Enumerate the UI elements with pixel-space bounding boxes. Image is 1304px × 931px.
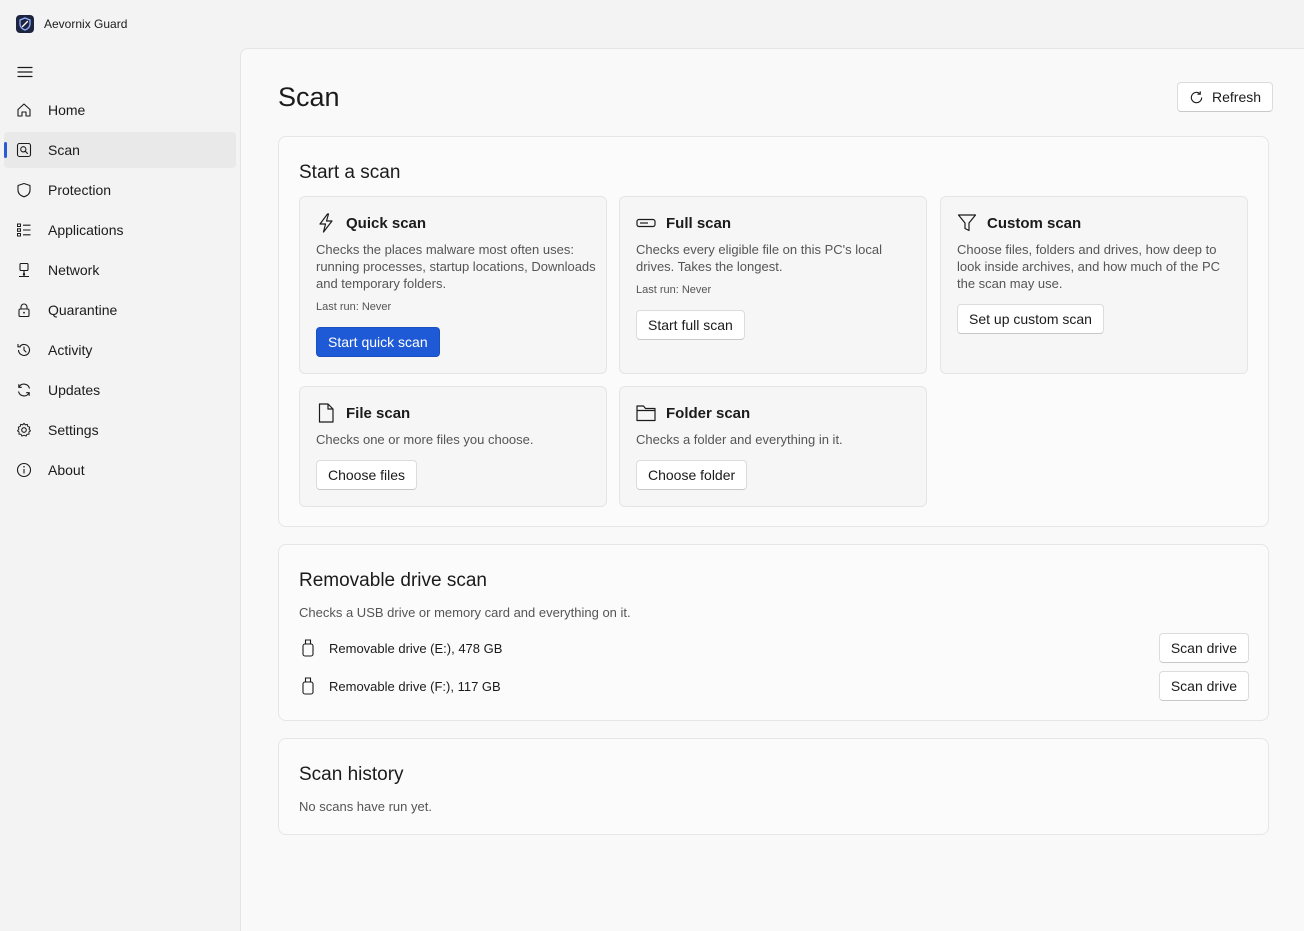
sidebar-item-label: Updates <box>48 382 101 398</box>
apps-list-icon <box>16 222 32 238</box>
card-description: Checks every eligible file on this PC's … <box>636 242 882 274</box>
document-icon <box>316 403 336 423</box>
card-title: Custom scan <box>987 214 1082 232</box>
section-title: Removable drive scan <box>299 570 487 591</box>
lock-icon <box>16 302 32 318</box>
sidebar-item-about[interactable]: About <box>4 452 236 488</box>
home-icon <box>16 102 32 118</box>
usb-drive-icon <box>299 639 317 657</box>
sidebar-item-settings[interactable]: Settings <box>4 412 236 448</box>
sidebar-item-label: Quarantine <box>48 302 118 318</box>
drive-row: Removable drive (F:), 117 GB Scan drive <box>299 671 1249 701</box>
filter-icon <box>957 213 977 233</box>
quick-scan-card: Quick scan Checks the places malware mos… <box>299 196 607 374</box>
sidebar-item-network[interactable]: Network <box>4 252 236 288</box>
sidebar-item-label: About <box>48 462 85 478</box>
choose-folder-button[interactable]: Choose folder <box>636 460 748 490</box>
card-title: Folder scan <box>666 404 751 422</box>
sidebar-item-protection[interactable]: Protection <box>4 172 236 208</box>
sidebar-item-applications[interactable]: Applications <box>4 212 236 248</box>
hamburger-icon[interactable] <box>14 62 36 82</box>
start-scan-section: Start a scan Quick scan Checks the place… <box>278 136 1269 527</box>
card-title: Quick scan <box>346 214 427 232</box>
set-up-custom-scan-button[interactable]: Set up custom scan <box>957 304 1104 334</box>
shield-icon <box>16 182 32 198</box>
scan-history-section: Scan history No scans have run yet. <box>278 738 1269 835</box>
sidebar-item-label: Applications <box>48 222 124 238</box>
history-icon <box>16 342 32 358</box>
drive-row: Removable drive (E:), 478 GB Scan drive <box>299 633 1249 663</box>
section-title: Start a scan <box>299 162 401 183</box>
scan-drive-button[interactable]: Scan drive <box>1158 671 1249 701</box>
main-content: Scan Refresh Start a scan Quick scan Che… <box>240 48 1304 931</box>
folder-scan-card: Folder scan Checks a folder and everythi… <box>619 386 927 507</box>
last-run-text: Last run: Never <box>316 301 392 313</box>
sidebar: Home Scan Protection Applications Networ… <box>0 48 240 931</box>
start-full-scan-button[interactable]: Start full scan <box>636 310 745 340</box>
title-bar: Aevornix Guard <box>0 0 1304 48</box>
refresh-icon <box>1189 90 1204 105</box>
sidebar-item-label: Settings <box>48 422 99 438</box>
app-title: Aevornix Guard <box>44 17 128 31</box>
sidebar-nav: Home Scan Protection Applications Networ… <box>4 92 236 492</box>
sync-icon <box>16 382 32 398</box>
sidebar-item-label: Activity <box>48 342 93 358</box>
history-empty-text: No scans have run yet. <box>299 799 432 814</box>
sidebar-item-updates[interactable]: Updates <box>4 372 236 408</box>
card-header: Custom scan <box>957 213 1081 233</box>
drive-label: Removable drive (F:), 117 GB <box>329 678 501 694</box>
sidebar-item-home[interactable]: Home <box>4 92 236 128</box>
refresh-button[interactable]: Refresh <box>1177 82 1274 112</box>
folder-icon <box>636 403 656 423</box>
section-title: Scan history <box>299 764 404 785</box>
network-icon <box>16 262 32 278</box>
card-description: Checks one or more files you choose. <box>316 432 534 447</box>
card-description: Checks the places malware most often use… <box>316 242 596 291</box>
card-header: File scan <box>316 403 410 423</box>
sidebar-item-label: Network <box>48 262 100 278</box>
scan-icon <box>16 142 32 158</box>
shield-logo-icon <box>16 15 34 33</box>
last-run-text: Last run: Never <box>636 284 712 296</box>
removable-drive-section: Removable drive scan Checks a USB drive … <box>278 544 1269 721</box>
card-description: Choose files, folders and drives, how de… <box>957 242 1221 291</box>
card-header: Folder scan <box>636 403 750 423</box>
lightning-icon <box>316 213 336 233</box>
file-scan-card: File scan Checks one or more files you c… <box>299 386 607 507</box>
scan-drive-button[interactable]: Scan drive <box>1158 633 1249 663</box>
usb-drive-icon <box>299 677 317 695</box>
choose-files-button[interactable]: Choose files <box>316 460 418 490</box>
drive-label: Removable drive (E:), 478 GB <box>329 640 503 656</box>
start-quick-scan-button[interactable]: Start quick scan <box>316 327 440 357</box>
card-header: Full scan <box>636 213 731 233</box>
sidebar-item-scan[interactable]: Scan <box>4 132 236 168</box>
sidebar-item-label: Home <box>48 102 86 118</box>
sidebar-item-label: Scan <box>48 142 80 158</box>
sidebar-item-activity[interactable]: Activity <box>4 332 236 368</box>
card-header: Quick scan <box>316 213 426 233</box>
card-title: File scan <box>346 404 411 422</box>
sidebar-item-label: Protection <box>48 182 112 198</box>
sidebar-item-quarantine[interactable]: Quarantine <box>4 292 236 328</box>
page-title: Scan <box>278 82 340 112</box>
section-description: Checks a USB drive or memory card and ev… <box>299 605 631 620</box>
full-scan-card: Full scan Checks every eligible file on … <box>619 196 927 374</box>
refresh-label: Refresh <box>1212 89 1262 105</box>
custom-scan-card: Custom scan Choose files, folders and dr… <box>940 196 1248 374</box>
card-title: Full scan <box>666 214 732 232</box>
drive-icon <box>636 213 656 233</box>
info-icon <box>16 462 32 478</box>
card-description: Checks a folder and everything in it. <box>636 432 843 447</box>
gear-icon <box>16 422 32 438</box>
